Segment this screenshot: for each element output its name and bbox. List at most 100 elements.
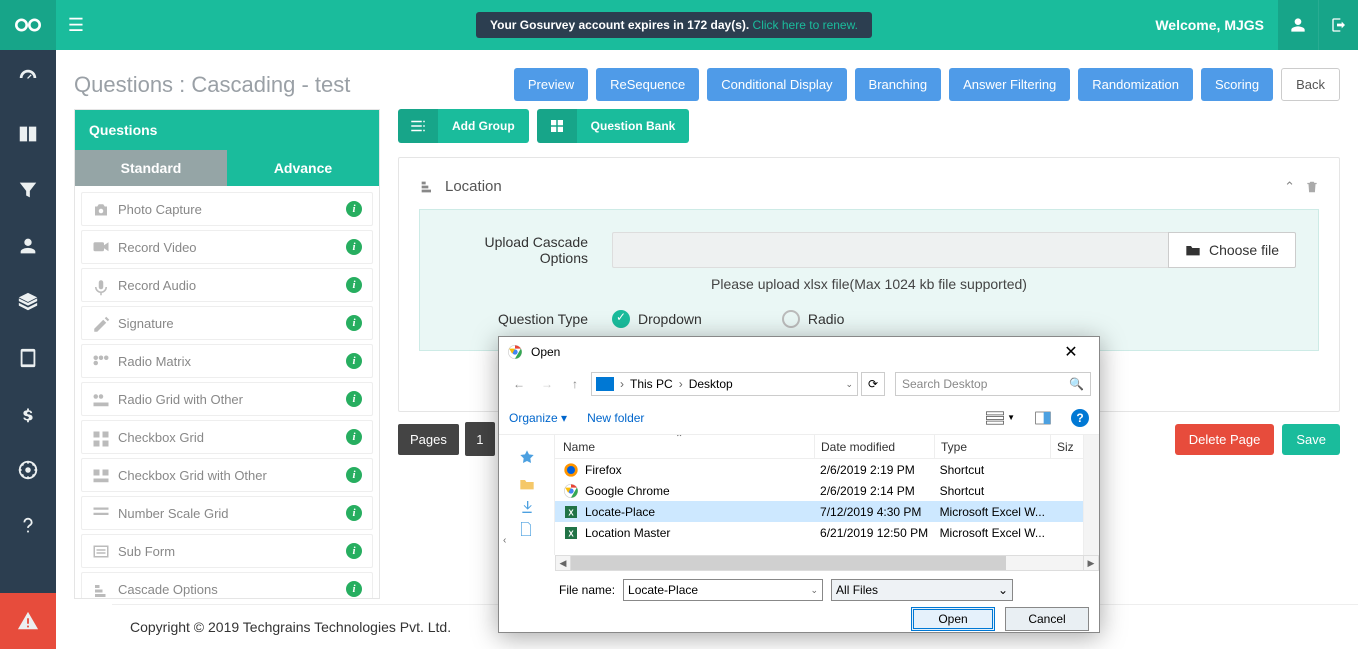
- question-type-item[interactable]: Radio Grid with Otheri: [81, 382, 373, 416]
- copyright-text: Copyright © 2019 Techgrains Technologies…: [130, 619, 451, 635]
- info-icon[interactable]: i: [346, 505, 362, 521]
- path-thispc[interactable]: This PC: [630, 377, 673, 391]
- scroll-thumb[interactable]: [571, 556, 1006, 570]
- col-type[interactable]: Type: [935, 435, 1051, 458]
- info-icon[interactable]: i: [346, 543, 362, 559]
- filename-value: Locate-Place: [628, 583, 698, 597]
- delete-card-icon[interactable]: [1305, 180, 1319, 194]
- col-name[interactable]: Name: [555, 435, 815, 458]
- renew-link[interactable]: Click here to renew.: [753, 18, 858, 32]
- question-type-item[interactable]: Radio Matrix i: [81, 344, 373, 378]
- col-size[interactable]: Siz: [1051, 435, 1081, 458]
- book-icon[interactable]: [0, 106, 56, 162]
- tab-advance[interactable]: Advance: [227, 150, 379, 186]
- randomization-button[interactable]: Randomization: [1078, 68, 1193, 101]
- info-icon[interactable]: i: [346, 239, 362, 255]
- close-icon[interactable]: ✕: [1051, 337, 1091, 367]
- delete-page-button[interactable]: Delete Page: [1175, 424, 1275, 455]
- open-button[interactable]: Open: [911, 607, 995, 631]
- nav-up-icon[interactable]: ↑: [563, 372, 587, 396]
- conditional-display-button[interactable]: Conditional Display: [707, 68, 846, 101]
- file-row[interactable]: XLocation Master6/21/2019 12:50 PMMicros…: [555, 522, 1083, 543]
- question-type-item[interactable]: Photo Capturei: [81, 192, 373, 226]
- question-type-item[interactable]: Number Scale Gridi: [81, 496, 373, 530]
- folder-tree[interactable]: ‹: [499, 435, 555, 555]
- file-filter-select[interactable]: All Files ⌄: [831, 579, 1013, 601]
- question-type-item[interactable]: Signaturei: [81, 306, 373, 340]
- question-type-item[interactable]: Sub Formi: [81, 534, 373, 568]
- settings-icon[interactable]: [0, 442, 56, 498]
- refresh-icon[interactable]: ⟳: [861, 372, 885, 396]
- col-date[interactable]: Date modified: [815, 435, 935, 458]
- organize-menu[interactable]: Organize ▾: [509, 411, 567, 425]
- add-group-button[interactable]: Add Group: [398, 109, 529, 143]
- file-row[interactable]: XLocate-Place7/12/2019 4:30 PMMicrosoft …: [555, 501, 1083, 522]
- file-list-scrollbar[interactable]: [1083, 435, 1099, 555]
- preview-button[interactable]: Preview: [514, 68, 588, 101]
- question-bank-button[interactable]: Question Bank: [537, 109, 690, 143]
- tab-standard[interactable]: Standard: [75, 150, 227, 186]
- scroll-right-icon[interactable]: ▶: [1083, 555, 1099, 571]
- scoring-button[interactable]: Scoring: [1201, 68, 1273, 101]
- info-icon[interactable]: i: [346, 581, 362, 597]
- search-input[interactable]: Search Desktop 🔍: [895, 372, 1091, 396]
- option-dropdown[interactable]: Dropdown: [612, 310, 702, 328]
- device-icon[interactable]: [0, 330, 56, 386]
- cancel-button[interactable]: Cancel: [1005, 607, 1089, 631]
- page-1-button[interactable]: 1: [465, 422, 495, 456]
- answer-filtering-button[interactable]: Answer Filtering: [949, 68, 1070, 101]
- info-icon[interactable]: i: [346, 201, 362, 217]
- scroll-left-icon[interactable]: ◀: [555, 555, 571, 571]
- filter-icon[interactable]: [0, 162, 56, 218]
- dollar-icon[interactable]: [0, 386, 56, 442]
- question-type-item[interactable]: Record Audioi: [81, 268, 373, 302]
- user-icon[interactable]: [1278, 0, 1318, 50]
- help-icon[interactable]: [0, 498, 56, 554]
- view-mode-icon[interactable]: ▼: [985, 411, 1015, 425]
- file-row[interactable]: Google Chrome2/6/2019 2:14 PMShortcut: [555, 480, 1083, 501]
- menu-toggle-icon[interactable]: ☰: [56, 15, 96, 36]
- filename-label: File name:: [559, 583, 615, 597]
- question-type-item[interactable]: Cascade Optionsi: [81, 572, 373, 598]
- resequence-button[interactable]: ReSequence: [596, 68, 699, 101]
- filename-input[interactable]: Locate-Place ⌄: [623, 579, 823, 601]
- new-folder-button[interactable]: New folder: [587, 411, 644, 425]
- choose-file-button[interactable]: Choose file: [1168, 232, 1296, 268]
- path-box[interactable]: › This PC › Desktop ⌄: [591, 372, 858, 396]
- upload-input[interactable]: [612, 232, 1168, 268]
- horizontal-scrollbar[interactable]: ◀ ▶: [555, 555, 1099, 571]
- back-button[interactable]: Back: [1281, 68, 1340, 101]
- logout-icon[interactable]: [1318, 0, 1358, 50]
- chevron-down-icon[interactable]: ⌄: [845, 379, 853, 390]
- question-type-item[interactable]: Record Videoi: [81, 230, 373, 264]
- dashboard-icon[interactable]: [0, 50, 56, 106]
- info-icon[interactable]: i: [346, 467, 362, 483]
- logo[interactable]: [0, 0, 56, 50]
- question-type-label: Radio Matrix: [118, 354, 191, 369]
- nav-back-icon[interactable]: ←: [507, 372, 531, 396]
- nav-forward-icon[interactable]: →: [535, 372, 559, 396]
- info-icon[interactable]: i: [346, 353, 362, 369]
- tree-chevron-left-icon[interactable]: ‹: [503, 535, 506, 546]
- save-button[interactable]: Save: [1282, 424, 1340, 455]
- branching-button[interactable]: Branching: [855, 68, 942, 101]
- dialog-help-icon[interactable]: ?: [1071, 409, 1089, 427]
- info-icon[interactable]: i: [346, 315, 362, 331]
- info-icon[interactable]: i: [346, 277, 362, 293]
- dialog-body: ‹ ⌃ Name Date modified Type Siz Firefox2…: [499, 435, 1099, 555]
- question-type-item[interactable]: Checkbox Grid with Otheri: [81, 458, 373, 492]
- option-radio[interactable]: Radio: [782, 310, 845, 328]
- alert-icon[interactable]: [0, 593, 56, 649]
- users-icon[interactable]: [0, 218, 56, 274]
- filename-dropdown-icon[interactable]: ⌄: [810, 585, 818, 596]
- scroll-track[interactable]: [571, 555, 1083, 571]
- preview-pane-icon[interactable]: [1035, 411, 1051, 425]
- layers-icon[interactable]: [0, 274, 56, 330]
- question-type-item[interactable]: Checkbox Gridi: [81, 420, 373, 454]
- info-icon[interactable]: i: [346, 429, 362, 445]
- info-icon[interactable]: i: [346, 391, 362, 407]
- path-desktop[interactable]: Desktop: [689, 377, 733, 391]
- editor-toolbar: Add Group Question Bank: [398, 109, 1340, 143]
- file-row[interactable]: Firefox2/6/2019 2:19 PMShortcut: [555, 459, 1083, 480]
- collapse-icon[interactable]: ⌃: [1284, 179, 1295, 195]
